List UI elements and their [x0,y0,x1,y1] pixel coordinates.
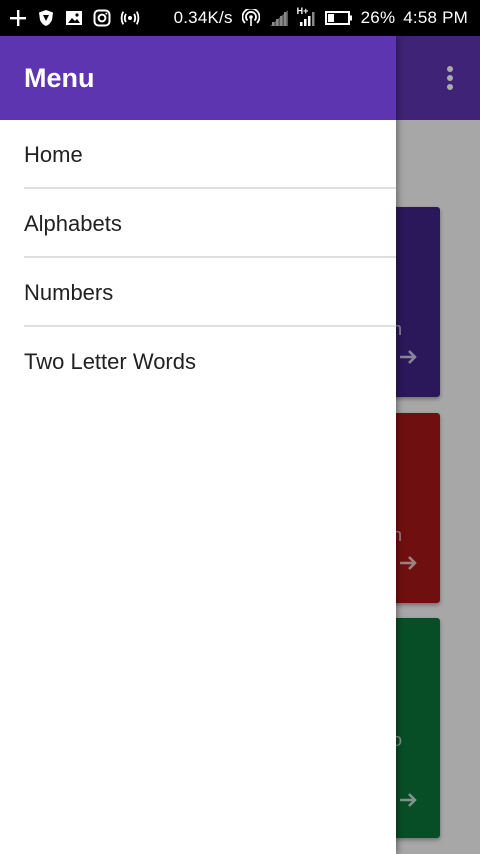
navigation-drawer: Menu Home Alphabets Numbers Two Letter W… [0,36,396,854]
drawer-item-numbers[interactable]: Numbers [0,258,396,327]
instagram-icon [92,8,112,28]
drawer-item-two-letter-words[interactable]: Two Letter Words [0,327,396,396]
drawer-title: Menu [24,62,95,93]
drawer-item-label: Two Letter Words [24,348,196,374]
add-icon [8,8,28,28]
network-type-label: H+ [296,6,309,16]
drawer-header: Menu [0,36,396,120]
screen: 0.34K/s H+ 26% 4:58 PM n n Menu Home Alp… [0,0,480,854]
battery-icon [324,8,353,28]
drawer-item-home[interactable]: Home [0,120,396,189]
shield-icon [36,8,56,28]
signal-icon [269,8,289,28]
drawer-item-label: Home [24,141,83,167]
hotspot-icon [241,8,261,28]
clock: 4:58 PM [403,8,468,27]
status-bar: 0.34K/s H+ 26% 4:58 PM [0,0,480,36]
broadcast-icon [120,8,140,28]
status-bar-left [8,0,140,36]
image-icon [64,8,84,28]
drawer-item-label: Numbers [24,279,114,305]
drawer-item-label: Alphabets [24,210,122,236]
drawer-item-alphabets[interactable]: Alphabets [0,189,396,258]
signal-h-plus-icon: H+ [296,6,317,28]
status-bar-right: 0.34K/s H+ 26% 4:58 PM [174,0,468,36]
battery-percent: 26% [360,8,396,27]
net-speed: 0.34K/s [173,8,233,27]
